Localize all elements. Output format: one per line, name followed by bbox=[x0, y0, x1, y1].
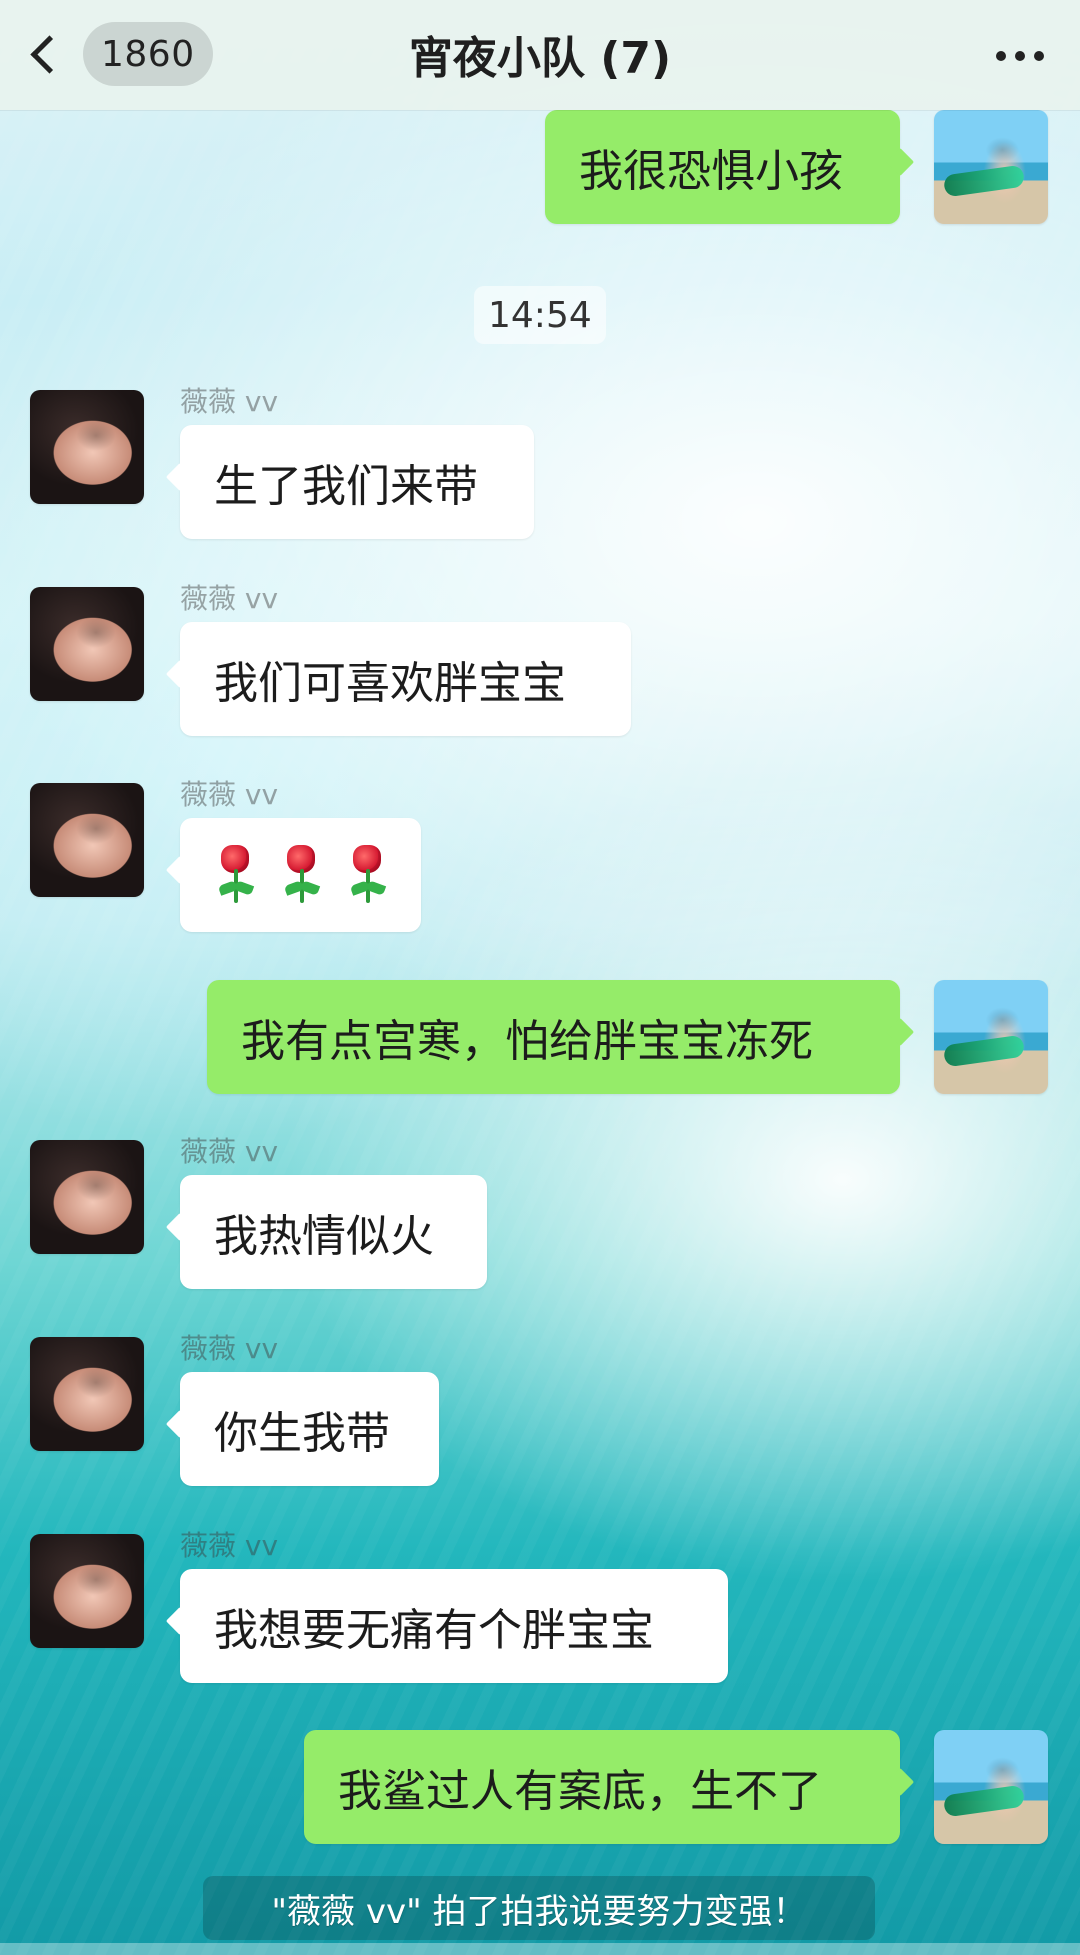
unread-count-badge: 1860 bbox=[83, 22, 213, 86]
message-bubble-other[interactable] bbox=[180, 818, 421, 932]
message-text: 你生我带 bbox=[214, 1408, 390, 1459]
self-avatar[interactable] bbox=[934, 110, 1048, 224]
message-bubble-self[interactable]: 我很恐惧小孩 bbox=[545, 110, 900, 224]
dot bbox=[996, 51, 1006, 61]
more-dots-icon bbox=[996, 51, 1044, 61]
message-list[interactable]: 我很恐惧小孩 14:54 薇薇 vv 生了我们来带 薇薇 vv 我们可喜欢胖宝宝… bbox=[0, 110, 1080, 1955]
sender-avatar[interactable] bbox=[30, 390, 144, 504]
message-text: 我热情似火 bbox=[214, 1211, 434, 1262]
message-bubble-self[interactable]: 我有点宫寒，怕给胖宝宝冻死 bbox=[207, 980, 900, 1094]
message-bubble-other[interactable]: 生了我们来带 bbox=[180, 425, 534, 539]
message-bubble-other[interactable]: 我热情似火 bbox=[180, 1175, 487, 1289]
sender-name: 薇薇 vv bbox=[180, 1529, 279, 1562]
message-bubble-other[interactable]: 我想要无痛有个胖宝宝 bbox=[180, 1569, 728, 1683]
message-text: 生了我们来带 bbox=[214, 461, 478, 512]
rose-icon bbox=[216, 845, 255, 905]
sender-avatar[interactable] bbox=[30, 1140, 144, 1254]
sender-name: 薇薇 vv bbox=[180, 778, 279, 811]
dot bbox=[1015, 51, 1025, 61]
rose-emoji-row bbox=[214, 845, 387, 905]
sender-name: 薇薇 vv bbox=[180, 582, 279, 615]
more-options-button[interactable] bbox=[974, 26, 1044, 86]
self-avatar[interactable] bbox=[934, 980, 1048, 1094]
sender-avatar[interactable] bbox=[30, 587, 144, 701]
message-text: 我很恐惧小孩 bbox=[579, 146, 843, 197]
sender-avatar[interactable] bbox=[30, 1337, 144, 1451]
rose-icon bbox=[348, 845, 387, 905]
dot bbox=[1034, 51, 1044, 61]
message-bubble-self[interactable]: 我鲨过人有案底，生不了 bbox=[304, 1730, 900, 1844]
message-bubble-other[interactable]: 我们可喜欢胖宝宝 bbox=[180, 622, 631, 736]
chevron-left-icon bbox=[30, 34, 69, 74]
top-bar: 1860 宵夜小队 (7) bbox=[0, 0, 1080, 110]
sender-name: 薇薇 vv bbox=[180, 1332, 279, 1365]
sender-name: 薇薇 vv bbox=[180, 385, 279, 418]
message-text: 我想要无痛有个胖宝宝 bbox=[214, 1605, 654, 1656]
sender-name: 薇薇 vv bbox=[180, 1135, 279, 1168]
message-text: 我们可喜欢胖宝宝 bbox=[214, 658, 566, 709]
sender-avatar[interactable] bbox=[30, 783, 144, 897]
back-button[interactable]: 1860 bbox=[26, 18, 226, 90]
chat-timestamp: 14:54 bbox=[474, 286, 606, 344]
rose-icon bbox=[282, 845, 321, 905]
self-avatar[interactable] bbox=[934, 1730, 1048, 1844]
sender-avatar[interactable] bbox=[30, 1534, 144, 1648]
message-bubble-other[interactable]: 你生我带 bbox=[180, 1372, 439, 1486]
message-text: 我鲨过人有案底，生不了 bbox=[338, 1766, 822, 1817]
message-text: 我有点宫寒，怕给胖宝宝冻死 bbox=[241, 1016, 813, 1067]
